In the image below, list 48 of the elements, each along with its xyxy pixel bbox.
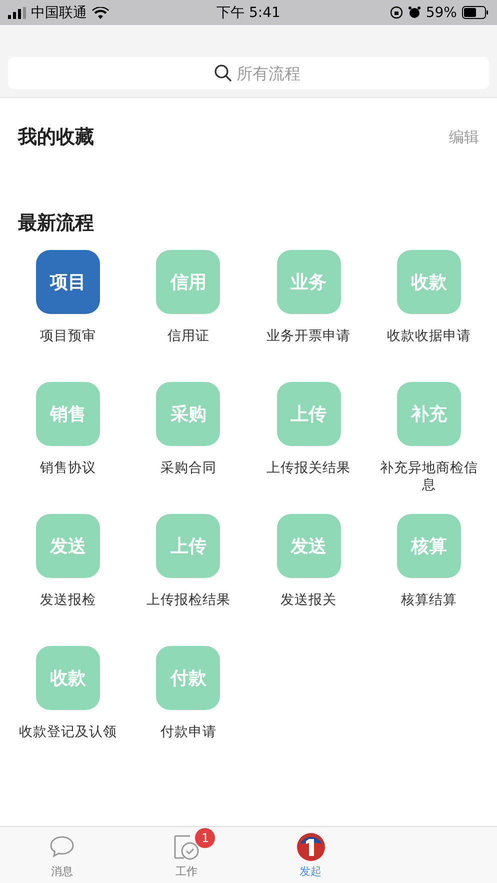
app-tile[interactable]: 发送 <box>276 514 341 578</box>
app-tile[interactable]: 付款 <box>156 646 220 710</box>
app-label: 发送报检 <box>39 592 98 609</box>
app-tile[interactable]: 销售 <box>36 382 100 446</box>
app-tile[interactable]: 收款 <box>36 646 100 710</box>
signal-icon <box>8 6 26 18</box>
count-badge: 1 <box>195 828 216 848</box>
rotation-lock-icon <box>390 6 403 19</box>
app-label: 付款申请 <box>159 724 218 741</box>
section-title: 我的收藏 <box>18 125 94 150</box>
edit-link[interactable]: 编辑 <box>449 128 479 146</box>
app-label: 业务开票申请 <box>266 328 352 345</box>
alarm-icon <box>408 6 421 19</box>
app-label: 信用证 <box>166 328 210 345</box>
chat-bubble-icon <box>49 834 76 858</box>
app-tile[interactable]: 项目 <box>36 250 100 314</box>
app-label: 发送报关 <box>280 592 338 609</box>
section-title: 最新流程 <box>18 211 94 236</box>
app-tile[interactable]: 上传 <box>156 514 220 578</box>
clock-time: 下午 5:41 <box>216 4 280 22</box>
app-label: 核算结算 <box>400 592 458 609</box>
battery-icon <box>462 6 489 19</box>
app-tile[interactable]: 信用 <box>156 250 220 314</box>
app-tile[interactable]: 采购 <box>156 382 220 446</box>
tab-item[interactable]: 1 工作 <box>124 827 248 883</box>
launch-logo-icon <box>296 832 326 862</box>
app-label: 销售协议 <box>39 460 98 477</box>
battery-percent: 59% <box>426 4 457 20</box>
app-tile[interactable]: 补充 <box>396 382 461 446</box>
carrier-name: 中国联通 <box>31 4 87 22</box>
app-label: 上传报检结果 <box>145 592 232 609</box>
check-document-icon <box>172 832 200 860</box>
app-label: 上传报关结果 <box>266 460 352 477</box>
app-tile[interactable]: 业务 <box>276 250 341 314</box>
search-icon <box>214 64 232 82</box>
app-label: 采购合同 <box>159 460 218 477</box>
tab-item[interactable]: 消息 <box>0 827 124 883</box>
app-tile[interactable]: 上传 <box>276 382 341 446</box>
app-label: 补充异地商检信息 <box>378 460 479 494</box>
app-tile[interactable]: 收款 <box>396 250 461 314</box>
search-field[interactable]: 所有流程 <box>8 57 489 89</box>
app-tile[interactable]: 发送 <box>36 514 100 578</box>
app-label: 收款收据申请 <box>386 328 472 345</box>
app-label: 收款登记及认领 <box>18 724 118 741</box>
wifi-icon <box>92 6 109 18</box>
tab-item[interactable]: 发起 <box>248 827 373 883</box>
app-label: 项目预审 <box>39 328 98 345</box>
app-tile[interactable]: 核算 <box>396 514 461 578</box>
